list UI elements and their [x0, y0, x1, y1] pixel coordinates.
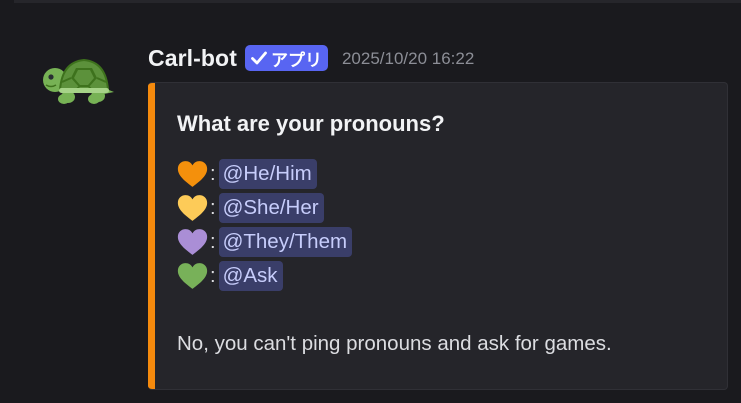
turtle-icon[interactable] [42, 56, 116, 106]
yellow-heart-icon [177, 195, 208, 221]
purple-heart-icon [177, 229, 208, 255]
role-row-he-him: : @He/Him [177, 157, 352, 191]
role-separator: : [210, 264, 216, 287]
role-row-she-her: : @She/Her [177, 191, 352, 225]
role-separator: : [210, 162, 216, 185]
role-row-ask: : @Ask [177, 259, 352, 293]
role-row-they-them: : @They/Them [177, 225, 353, 259]
role-mention-ask[interactable]: @Ask [218, 261, 283, 291]
author-username[interactable]: Carl-bot [148, 45, 237, 72]
orange-heart-icon [177, 161, 208, 187]
role-separator: : [210, 196, 216, 219]
role-mention-he-him[interactable]: @He/Him [218, 159, 317, 189]
chat-message: Carl-bot アプリ 2025/10/20 16:22 What are y… [0, 0, 741, 403]
role-separator: : [210, 230, 216, 253]
green-heart-icon [177, 263, 208, 289]
message-embed: What are your pronouns? : @He/Him : @She… [148, 82, 728, 390]
embed-description: No, you can't ping pronouns and ask for … [177, 332, 612, 355]
embed-accent-bar [148, 83, 155, 389]
role-mention-they-them[interactable]: @They/Them [218, 227, 353, 257]
role-mention-she-her[interactable]: @She/Her [218, 193, 324, 223]
message-timestamp[interactable]: 2025/10/20 16:22 [342, 49, 474, 69]
app-badge-label: アプリ [270, 50, 322, 70]
embed-title: What are your pronouns? [177, 111, 445, 136]
role-list: : @He/Him : @She/Her : @They/Them: @Ask [177, 157, 353, 293]
message-header: Carl-bot アプリ 2025/10/20 16:22 [148, 42, 474, 74]
verified-check-icon [251, 51, 267, 65]
chat-view: Carl-bot アプリ 2025/10/20 16:22 What are y… [0, 0, 741, 403]
app-badge: アプリ [244, 45, 328, 71]
